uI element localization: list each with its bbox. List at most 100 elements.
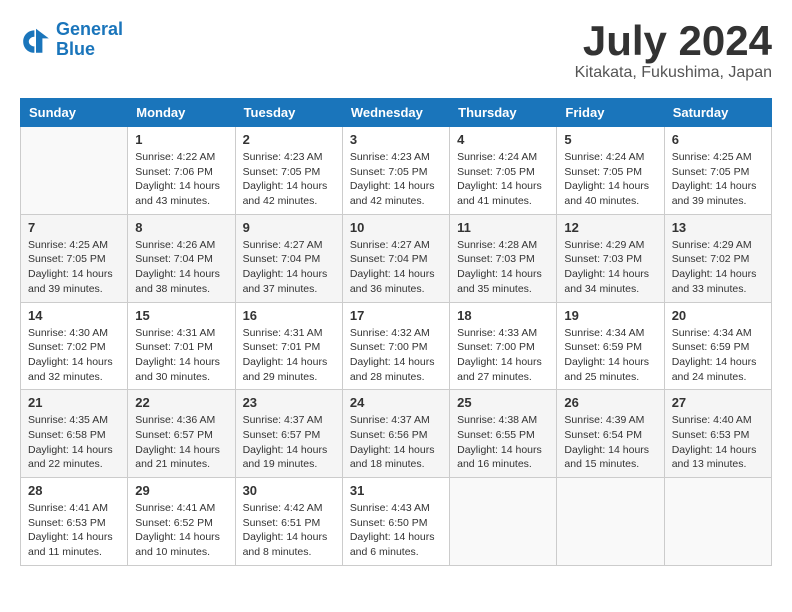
calendar-cell: 16Sunrise: 4:31 AM Sunset: 7:01 PM Dayli… — [235, 302, 342, 390]
day-info: Sunrise: 4:29 AM Sunset: 7:03 PM Dayligh… — [564, 238, 656, 297]
calendar-cell: 29Sunrise: 4:41 AM Sunset: 6:52 PM Dayli… — [128, 478, 235, 566]
day-number: 28 — [28, 483, 120, 498]
day-number: 14 — [28, 308, 120, 323]
day-info: Sunrise: 4:33 AM Sunset: 7:00 PM Dayligh… — [457, 326, 549, 385]
logo-icon — [20, 24, 52, 56]
day-info: Sunrise: 4:40 AM Sunset: 6:53 PM Dayligh… — [672, 413, 764, 472]
weekday-header-saturday: Saturday — [664, 99, 771, 127]
weekday-header-wednesday: Wednesday — [342, 99, 449, 127]
day-number: 5 — [564, 132, 656, 147]
day-number: 15 — [135, 308, 227, 323]
day-number: 21 — [28, 395, 120, 410]
calendar-cell — [450, 478, 557, 566]
calendar-cell: 5 Sunrise: 4:24 AM Sunset: 7:05 PM Daylig… — [557, 127, 664, 215]
calendar-cell: 8 Sunrise: 4:26 AM Sunset: 7:04 PM Daylig… — [128, 214, 235, 302]
day-info: Sunrise: 4:24 AM Sunset: 7:05 PM Dayligh… — [457, 150, 549, 209]
calendar-header-row: SundayMondayTuesdayWednesdayThursdayFrid… — [21, 99, 772, 127]
calendar-title-area: July 2024 Kitakata, Fukushima, Japan — [575, 20, 772, 82]
day-number: 9 — [243, 220, 335, 235]
calendar-cell: 21 Sunrise: 4:35 AM Sunset: 6:58 PM Dayli… — [21, 390, 128, 478]
day-number: 3 — [350, 132, 442, 147]
calendar-table: SundayMondayTuesdayWednesdayThursdayFrid… — [20, 98, 772, 566]
location-title: Kitakata, Fukushima, Japan — [575, 64, 772, 82]
calendar-cell: 11Sunrise: 4:28 AM Sunset: 7:03 PM Dayli… — [450, 214, 557, 302]
calendar-week-3: 14 Sunrise: 4:30 AM Sunset: 7:02 PM Dayli… — [21, 302, 772, 390]
page-header: General Blue July 2024 Kitakata, Fukushi… — [20, 20, 772, 82]
day-number: 17 — [350, 308, 442, 323]
calendar-week-5: 28 Sunrise: 4:41 AM Sunset: 6:53 PM Dayli… — [21, 478, 772, 566]
day-info: Sunrise: 4:41 AM Sunset: 6:53 PM Dayligh… — [28, 501, 120, 560]
day-info: Sunrise: 4:37 AM Sunset: 6:56 PM Dayligh… — [350, 413, 442, 472]
day-info: Sunrise: 4:31 AM Sunset: 7:01 PM Dayligh… — [243, 326, 335, 385]
weekday-header-friday: Friday — [557, 99, 664, 127]
calendar-cell: 14 Sunrise: 4:30 AM Sunset: 7:02 PM Dayli… — [21, 302, 128, 390]
calendar-cell: 30Sunrise: 4:42 AM Sunset: 6:51 PM Dayli… — [235, 478, 342, 566]
logo: General Blue — [20, 20, 123, 60]
day-number: 26 — [564, 395, 656, 410]
month-title: July 2024 — [575, 20, 772, 62]
calendar-week-2: 7 Sunrise: 4:25 AM Sunset: 7:05 PM Daylig… — [21, 214, 772, 302]
calendar-cell: 2 Sunrise: 4:23 AM Sunset: 7:05 PM Daylig… — [235, 127, 342, 215]
day-number: 19 — [564, 308, 656, 323]
day-info: Sunrise: 4:30 AM Sunset: 7:02 PM Dayligh… — [28, 326, 120, 385]
calendar-cell: 25 Sunrise: 4:38 AM Sunset: 6:55 PM Dayli… — [450, 390, 557, 478]
weekday-header-monday: Monday — [128, 99, 235, 127]
day-info: Sunrise: 4:38 AM Sunset: 6:55 PM Dayligh… — [457, 413, 549, 472]
day-number: 4 — [457, 132, 549, 147]
day-number: 20 — [672, 308, 764, 323]
weekday-header-tuesday: Tuesday — [235, 99, 342, 127]
logo-line2: Blue — [56, 39, 95, 59]
day-info: Sunrise: 4:35 AM Sunset: 6:58 PM Dayligh… — [28, 413, 120, 472]
day-number: 10 — [350, 220, 442, 235]
calendar-cell: 17Sunrise: 4:32 AM Sunset: 7:00 PM Dayli… — [342, 302, 449, 390]
day-info: Sunrise: 4:23 AM Sunset: 7:05 PM Dayligh… — [350, 150, 442, 209]
day-number: 2 — [243, 132, 335, 147]
logo-line1: General — [56, 19, 123, 39]
day-number: 8 — [135, 220, 227, 235]
day-info: Sunrise: 4:34 AM Sunset: 6:59 PM Dayligh… — [672, 326, 764, 385]
day-number: 22 — [135, 395, 227, 410]
calendar-cell: 6 Sunrise: 4:25 AM Sunset: 7:05 PM Daylig… — [664, 127, 771, 215]
day-info: Sunrise: 4:25 AM Sunset: 7:05 PM Dayligh… — [28, 238, 120, 297]
calendar-cell: 7 Sunrise: 4:25 AM Sunset: 7:05 PM Daylig… — [21, 214, 128, 302]
day-number: 7 — [28, 220, 120, 235]
day-info: Sunrise: 4:37 AM Sunset: 6:57 PM Dayligh… — [243, 413, 335, 472]
calendar-cell: 31 Sunrise: 4:43 AM Sunset: 6:50 PM Dayli… — [342, 478, 449, 566]
day-number: 24 — [350, 395, 442, 410]
day-info: Sunrise: 4:27 AM Sunset: 7:04 PM Dayligh… — [350, 238, 442, 297]
calendar-cell: 18Sunrise: 4:33 AM Sunset: 7:00 PM Dayli… — [450, 302, 557, 390]
day-info: Sunrise: 4:23 AM Sunset: 7:05 PM Dayligh… — [243, 150, 335, 209]
day-info: Sunrise: 4:43 AM Sunset: 6:50 PM Dayligh… — [350, 501, 442, 560]
day-number: 29 — [135, 483, 227, 498]
day-number: 27 — [672, 395, 764, 410]
day-info: Sunrise: 4:39 AM Sunset: 6:54 PM Dayligh… — [564, 413, 656, 472]
day-info: Sunrise: 4:27 AM Sunset: 7:04 PM Dayligh… — [243, 238, 335, 297]
day-info: Sunrise: 4:24 AM Sunset: 7:05 PM Dayligh… — [564, 150, 656, 209]
day-info: Sunrise: 4:25 AM Sunset: 7:05 PM Dayligh… — [672, 150, 764, 209]
calendar-cell: 24 Sunrise: 4:37 AM Sunset: 6:56 PM Dayli… — [342, 390, 449, 478]
calendar-cell: 13Sunrise: 4:29 AM Sunset: 7:02 PM Dayli… — [664, 214, 771, 302]
calendar-cell: 27 Sunrise: 4:40 AM Sunset: 6:53 PM Dayli… — [664, 390, 771, 478]
day-info: Sunrise: 4:28 AM Sunset: 7:03 PM Dayligh… — [457, 238, 549, 297]
logo-text: General Blue — [56, 20, 123, 60]
calendar-cell: 20 Sunrise: 4:34 AM Sunset: 6:59 PM Dayli… — [664, 302, 771, 390]
calendar-week-1: 1Sunrise: 4:22 AM Sunset: 7:06 PM Daylig… — [21, 127, 772, 215]
day-number: 12 — [564, 220, 656, 235]
day-info: Sunrise: 4:42 AM Sunset: 6:51 PM Dayligh… — [243, 501, 335, 560]
weekday-header-sunday: Sunday — [21, 99, 128, 127]
calendar-cell: 1Sunrise: 4:22 AM Sunset: 7:06 PM Daylig… — [128, 127, 235, 215]
day-info: Sunrise: 4:34 AM Sunset: 6:59 PM Dayligh… — [564, 326, 656, 385]
day-number: 13 — [672, 220, 764, 235]
day-number: 25 — [457, 395, 549, 410]
calendar-cell: 26 Sunrise: 4:39 AM Sunset: 6:54 PM Dayli… — [557, 390, 664, 478]
weekday-header-thursday: Thursday — [450, 99, 557, 127]
day-info: Sunrise: 4:26 AM Sunset: 7:04 PM Dayligh… — [135, 238, 227, 297]
calendar-week-4: 21 Sunrise: 4:35 AM Sunset: 6:58 PM Dayli… — [21, 390, 772, 478]
day-number: 6 — [672, 132, 764, 147]
calendar-cell: 23Sunrise: 4:37 AM Sunset: 6:57 PM Dayli… — [235, 390, 342, 478]
calendar-cell: 19 Sunrise: 4:34 AM Sunset: 6:59 PM Dayli… — [557, 302, 664, 390]
calendar-cell: 4 Sunrise: 4:24 AM Sunset: 7:05 PM Daylig… — [450, 127, 557, 215]
day-number: 31 — [350, 483, 442, 498]
calendar-cell — [664, 478, 771, 566]
calendar-cell — [557, 478, 664, 566]
